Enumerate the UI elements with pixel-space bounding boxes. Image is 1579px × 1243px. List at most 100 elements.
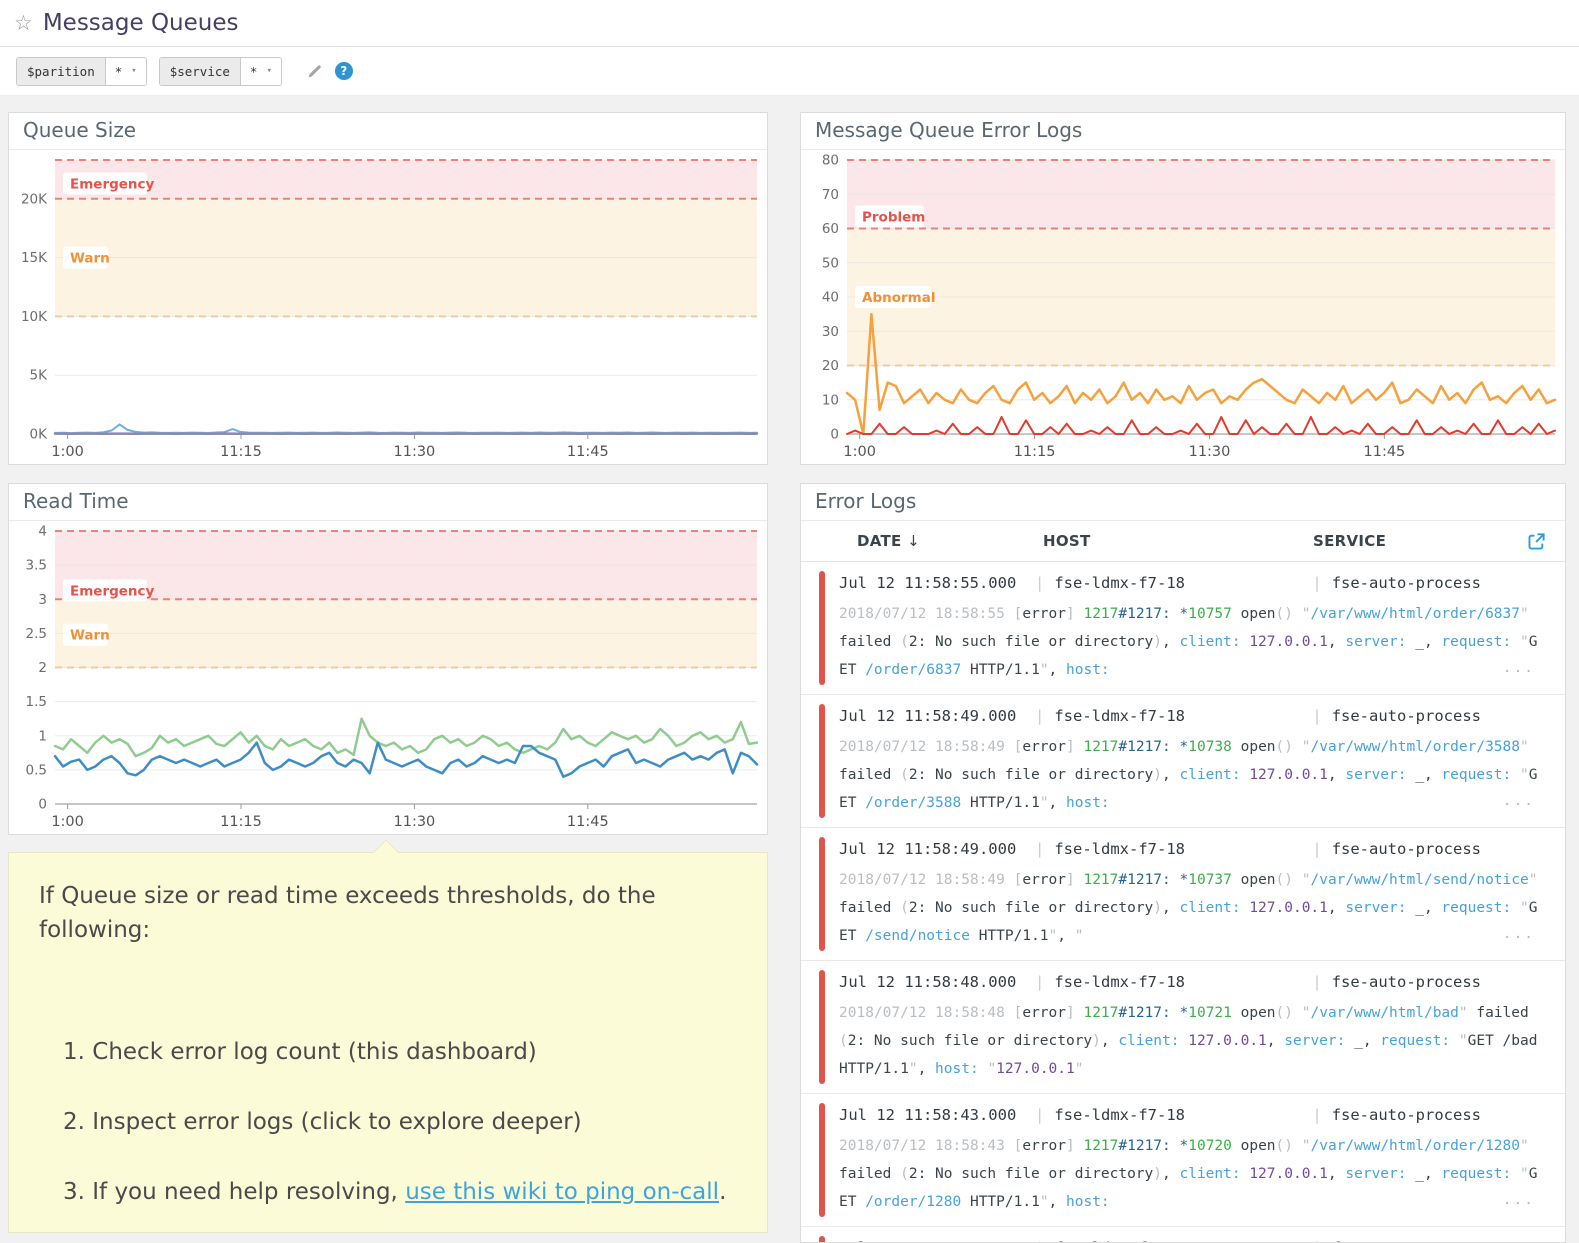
mq-error-logs-chart[interactable]: 1:0011:1511:3011:4501020304050607080Prob… — [801, 150, 1565, 464]
variable-service[interactable]: $service * ▾ — [159, 57, 282, 86]
note-item-1: 1. Check error log count (this dashboard… — [63, 1039, 737, 1065]
log-service: fse-auto-process — [1332, 704, 1558, 728]
threshold-label: Emergency — [70, 177, 155, 193]
note-item-3-text: 3. If you need help resolving, — [63, 1179, 405, 1205]
variable-parition-label: $parition — [17, 58, 106, 85]
log-row[interactable]: Jul 12 11:58:49.000|fse-ldmx-f7-18|fse-a… — [801, 695, 1565, 828]
column-host[interactable]: HOST — [1043, 532, 1313, 550]
y-tick-label: 15K — [21, 250, 48, 266]
y-tick-label: 20K — [21, 191, 48, 207]
favorite-star-icon[interactable]: ☆ — [14, 11, 33, 35]
y-tick-label: 4 — [38, 524, 47, 540]
log-row-header: Jul 12 11:58:48.000|fse-ldmx-f7-18|fse-a… — [839, 970, 1539, 994]
y-tick-label: 1.5 — [26, 694, 47, 710]
y-tick-label: 3.5 — [26, 558, 47, 574]
x-tick-label: 1:00 — [51, 814, 84, 830]
x-tick-label: 11:15 — [220, 814, 262, 830]
variable-service-label: $service — [160, 58, 241, 85]
x-tick-label: 11:30 — [1189, 444, 1231, 460]
edit-icon[interactable] — [306, 63, 323, 80]
separator: | — [1035, 1103, 1044, 1127]
log-message: 2018/07/12 18:58:55 [error] 1217#1217: *… — [839, 600, 1539, 684]
page-header: ☆ Message Queues — [0, 0, 1579, 47]
truncation-ellipsis: ... — [1503, 1186, 1535, 1214]
note-item-3: 3. If you need help resolving, use this … — [63, 1179, 737, 1205]
log-host: fse-ldmx-f7-18 — [1054, 970, 1302, 994]
external-link-icon[interactable] — [1526, 531, 1547, 552]
separator: | — [1035, 837, 1044, 861]
log-row[interactable]: Jul 12 11:58:43.000|fse-ldmx-f7-18|fse-a… — [801, 1227, 1565, 1243]
y-tick-label: 5K — [30, 368, 49, 384]
log-host: fse-ldmx-f7-18 — [1054, 1236, 1302, 1243]
severity-bar — [819, 1103, 825, 1217]
log-date: Jul 12 11:58:49.000 — [839, 704, 1025, 728]
sort-desc-icon: ↓ — [907, 532, 920, 550]
separator: | — [1035, 1236, 1044, 1243]
log-message: 2018/07/12 18:58:49 [error] 1217#1217: *… — [839, 733, 1539, 817]
chevron-down-icon: ▾ — [131, 66, 136, 76]
separator: | — [1312, 571, 1321, 595]
separator: | — [1312, 1103, 1321, 1127]
x-tick-label: 11:45 — [1364, 444, 1406, 460]
read-time-panel-title: Read Time — [9, 484, 767, 521]
separator: | — [1312, 704, 1321, 728]
log-row[interactable]: Jul 12 11:58:55.000|fse-ldmx-f7-18|fse-a… — [801, 562, 1565, 695]
separator: | — [1035, 970, 1044, 994]
page-title: Message Queues — [43, 10, 239, 36]
template-variable-bar: $parition * ▾ $service * ▾ ? — [0, 47, 1579, 96]
variable-service-value: * — [250, 64, 258, 79]
y-tick-label: 80 — [822, 153, 839, 169]
log-row-header: Jul 12 11:58:55.000|fse-ldmx-f7-18|fse-a… — [839, 571, 1539, 595]
mq-error-logs-panel-title: Message Queue Error Logs — [801, 113, 1565, 150]
separator: | — [1035, 704, 1044, 728]
y-tick-label: 10K — [21, 309, 48, 325]
variable-parition-select[interactable]: * ▾ — [106, 58, 146, 85]
log-message: 2018/07/12 18:58:49 [error] 1217#1217: *… — [839, 866, 1539, 950]
y-tick-label: 3 — [38, 592, 47, 608]
threshold-label: Warn — [70, 251, 110, 267]
help-icon[interactable]: ? — [335, 62, 353, 80]
log-service: fse-auto-process — [1332, 970, 1558, 994]
y-tick-label: 0.5 — [26, 762, 47, 778]
log-service: fse-auto-process — [1332, 1103, 1558, 1127]
threshold-label: Problem — [862, 210, 925, 226]
y-tick-label: 30 — [822, 324, 839, 340]
x-tick-label: 11:45 — [567, 814, 609, 830]
mq-error-logs-panel: Message Queue Error Logs 1:0011:1511:301… — [800, 112, 1566, 465]
log-service: fse-auto-process — [1332, 571, 1558, 595]
x-tick-label: 1:00 — [843, 444, 876, 460]
log-row[interactable]: Jul 12 11:58:48.000|fse-ldmx-f7-18|fse-a… — [801, 961, 1565, 1094]
queue-size-chart[interactable]: 1:0011:1511:3011:450K5K10K15K20KEmergenc… — [9, 150, 767, 464]
log-date: Jul 12 11:58:43.000 — [839, 1103, 1025, 1127]
y-tick-label: 0 — [38, 797, 47, 813]
y-tick-label: 40 — [822, 290, 839, 306]
note-intro: If Queue size or read time exceeds thres… — [39, 879, 737, 947]
separator: | — [1035, 571, 1044, 595]
log-row[interactable]: Jul 12 11:58:49.000|fse-ldmx-f7-18|fse-a… — [801, 828, 1565, 961]
log-row[interactable]: Jul 12 11:58:43.000|fse-ldmx-f7-18|fse-a… — [801, 1094, 1565, 1227]
column-date[interactable]: DATE ↓ — [857, 532, 1043, 550]
severity-bar — [819, 571, 825, 685]
y-tick-label: 50 — [822, 255, 839, 271]
x-tick-label: 11:45 — [567, 444, 609, 460]
read-time-chart[interactable]: 1:0011:1511:3011:4500.511.522.533.54Emer… — [9, 521, 767, 834]
variable-parition[interactable]: $parition * ▾ — [16, 57, 147, 86]
wiki-link[interactable]: use this wiki to ping on-call — [405, 1179, 719, 1205]
note-arrow — [373, 839, 398, 864]
separator: | — [1312, 837, 1321, 861]
log-date: Jul 12 11:58:49.000 — [839, 837, 1025, 861]
logs-body: Jul 12 11:58:55.000 | fse-ldmx-f7-18 | fse-a… — [801, 562, 1565, 1243]
truncation-ellipsis: ... — [1503, 920, 1535, 948]
queue-size-svg: 1:0011:1511:3011:450K5K10K15K20KEmergenc… — [9, 150, 767, 464]
log-service: fse-auto-process — [1332, 1236, 1558, 1243]
y-tick-label: 70 — [822, 187, 839, 203]
severity-bar — [819, 704, 825, 818]
column-service[interactable]: SERVICE — [1313, 532, 1526, 550]
log-service: fse-auto-process — [1332, 837, 1558, 861]
log-row-header: Jul 12 11:58:49.000|fse-ldmx-f7-18|fse-a… — [839, 704, 1539, 728]
log-date: Jul 12 11:58:55.000 — [839, 571, 1025, 595]
queue-size-panel-title: Queue Size — [9, 113, 767, 150]
severity-bar — [819, 970, 825, 1084]
x-tick-label: 11:30 — [394, 814, 436, 830]
variable-service-select[interactable]: * ▾ — [241, 58, 281, 85]
